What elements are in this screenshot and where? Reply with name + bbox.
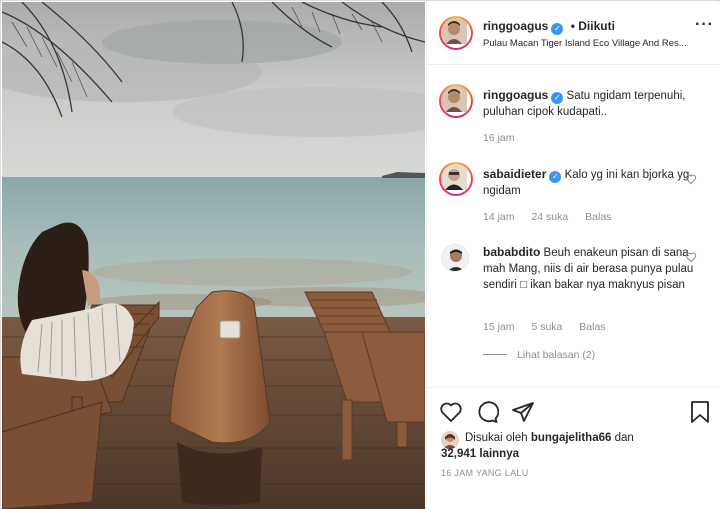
liked-by-count-row: 32,941 lainnya (441, 446, 519, 462)
caption-time[interactable]: 16 jam (483, 132, 515, 144)
heart-icon[interactable] (439, 400, 463, 424)
post-sidebar: ringgoagus ✓ • Diikuti Pulau Macan Tiger … (426, 2, 720, 509)
comment-text-block: bababdito Beuh enakeun pisan di sana mah… (483, 244, 713, 293)
verified-badge-icon: ✓ (551, 23, 564, 35)
more-horizontal-icon[interactable]: ··· (695, 17, 714, 33)
post-actions: Disukai oleh bungajelitha66 dan 32,941 l… (427, 387, 720, 509)
comment-avatar[interactable] (439, 162, 473, 196)
comment-text-block: sabaidieter ✓ Kalo yg ini kan bjorka yg n… (483, 166, 713, 199)
comment-author[interactable]: sabaidieter (483, 167, 546, 181)
share-icon[interactable] (511, 400, 535, 424)
view-replies-label: Lihat balasan (2) (517, 349, 596, 361)
comment-meta: 14 jam 24 suka Balas (483, 211, 625, 223)
post-timestamp[interactable]: 16 JAM YANG LALU (441, 468, 529, 478)
post-header: ringgoagus ✓ • Diikuti Pulau Macan Tiger … (427, 2, 720, 65)
comment-like-count[interactable]: 5 suka (531, 321, 562, 333)
caption-author[interactable]: ringgoagus (483, 88, 548, 102)
author-username[interactable]: ringgoagus (483, 19, 548, 33)
verified-badge-icon: ✓ (551, 92, 564, 104)
bookmark-icon[interactable] (689, 400, 711, 424)
verified-badge-icon: ✓ (549, 171, 562, 183)
comment-time[interactable]: 15 jam (483, 321, 515, 333)
liked-by-and: dan (614, 432, 634, 444)
comment-meta: 15 jam 5 suka Balas (483, 321, 620, 333)
caption-avatar[interactable] (439, 84, 473, 118)
comment-reply-button[interactable]: Balas (585, 211, 611, 223)
like-comment-heart-icon[interactable] (685, 251, 697, 263)
liked-by-text: Disukai oleh bungajelitha66 dan (441, 430, 634, 446)
view-replies-button[interactable]: Lihat balasan (2) (483, 349, 595, 361)
instagram-post-window: ringgoagus ✓ • Diikuti Pulau Macan Tiger … (0, 0, 720, 509)
comment-reply-button[interactable]: Balas (579, 321, 605, 333)
post-photo[interactable] (2, 2, 425, 509)
follow-status-button[interactable]: Diikuti (578, 19, 615, 33)
comment-time[interactable]: 14 jam (483, 211, 515, 223)
author-avatar[interactable] (439, 16, 473, 50)
follow-separator: • (570, 19, 575, 33)
liked-by-prefix: Disukai oleh (465, 432, 528, 444)
comment-author[interactable]: bababdito (483, 245, 540, 259)
post-location[interactable]: Pulau Macan Tiger Island Eco Village And… (483, 38, 713, 49)
comment-like-count[interactable]: 24 suka (531, 211, 568, 223)
liked-by-user[interactable]: bungajelitha66 (531, 432, 612, 444)
replies-divider (483, 354, 507, 355)
liked-by-count[interactable]: 32,941 lainnya (441, 448, 519, 460)
like-comment-heart-icon[interactable] (685, 173, 697, 185)
comment-avatar[interactable] (441, 244, 469, 272)
caption-meta: 16 jam (483, 132, 529, 144)
comment-icon[interactable] (475, 400, 499, 424)
caption-text-block: ringgoagus ✓ Satu ngidam terpenuhi, puluh… (483, 87, 713, 120)
